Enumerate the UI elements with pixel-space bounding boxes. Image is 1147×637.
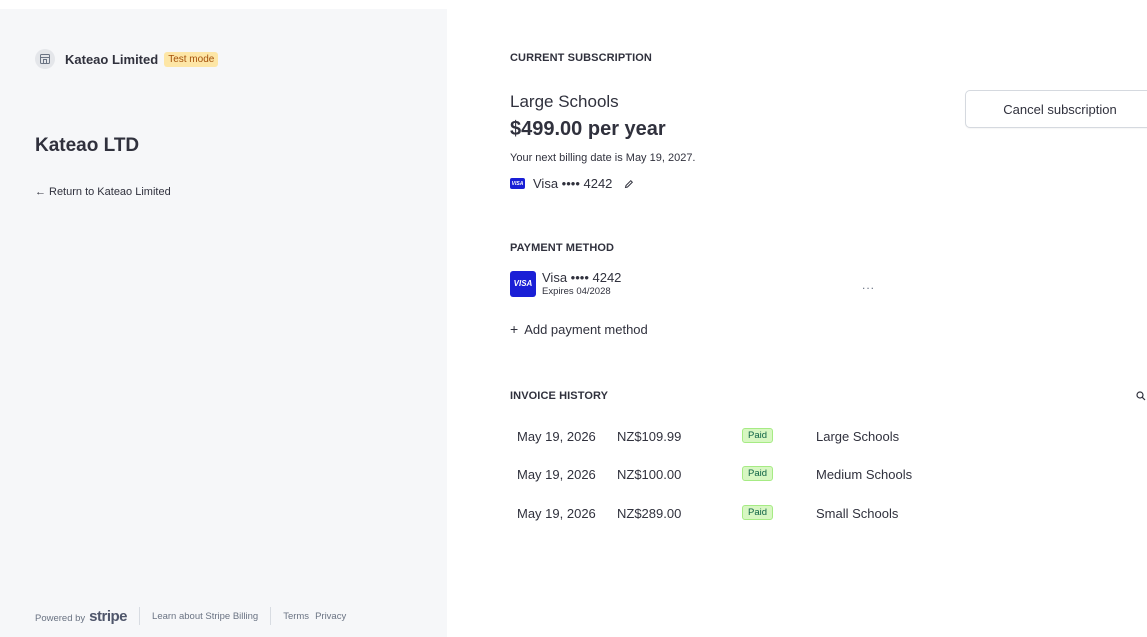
stripe-logo: stripe (89, 607, 128, 625)
invoice-history-heading: INVOICE HISTORY (510, 390, 609, 402)
add-payment-method-button[interactable]: + Add payment method (510, 321, 648, 337)
footer: Powered by stripe Learn about Stripe Bil… (35, 607, 346, 625)
current-subscription-heading: CURRENT SUBSCRIPTION (510, 52, 652, 64)
invoice-amount: NZ$289.00 (617, 506, 682, 521)
brand-name: Kateao Limited (65, 51, 159, 67)
next-billing-note: Your next billing date is May 19, 2027. (510, 152, 696, 164)
invoice-row[interactable]: May 19, 2026 NZ$100.00 Paid Medium Schoo… (510, 463, 1110, 487)
powered-by-text: Powered by (35, 612, 86, 624)
status-badge: Paid (742, 466, 774, 481)
payment-card-expiry: Expires 04/2028 (542, 286, 611, 297)
return-link-label: Return to Kateao Limited (49, 186, 171, 198)
privacy-link[interactable]: Privacy (315, 611, 346, 622)
left-arrow-icon: ← (35, 186, 46, 198)
invoice-amount: NZ$109.99 (617, 429, 682, 444)
add-payment-method-label: Add payment method (524, 322, 648, 337)
invoice-plan: Medium Schools (816, 467, 913, 482)
invoice-row[interactable]: May 19, 2026 NZ$109.99 Paid Large School… (510, 425, 1110, 449)
status-badge: Paid (742, 505, 774, 520)
status-badge: Paid (742, 428, 774, 443)
pencil-icon[interactable] (624, 179, 634, 189)
cancel-subscription-button[interactable]: Cancel subscription (965, 90, 1147, 128)
visa-card-icon: VISA (510, 270, 536, 297)
subscription-card: VISA Visa •••• 4242 (510, 176, 634, 191)
storefront-icon (35, 49, 55, 69)
visa-card-icon: VISA (510, 178, 525, 189)
learn-billing-link[interactable]: Learn about Stripe Billing (152, 611, 258, 622)
subscription-card-label: Visa •••• 4242 (533, 176, 613, 191)
invoice-date: May 19, 2026 (517, 506, 596, 521)
invoice-plan: Small Schools (816, 506, 899, 521)
main-content: CURRENT SUBSCRIPTION Large Schools $499.… (510, 0, 1147, 637)
payment-method-row: VISA Visa •••• 4242 Expires 04/2028 (510, 270, 621, 297)
terms-link[interactable]: Terms (283, 611, 309, 622)
plan-name: Large Schools (510, 92, 619, 111)
footer-divider (270, 607, 272, 625)
plan-price: $499.00 per year (510, 118, 666, 140)
invoice-plan: Large Schools (816, 429, 900, 444)
search-icon[interactable] (1136, 388, 1146, 406)
return-link[interactable]: ← Return to Kateao Limited (35, 186, 174, 198)
footer-divider (139, 607, 141, 625)
brand: Kateao Limited Test mode (35, 49, 219, 69)
invoice-date: May 19, 2026 (517, 429, 596, 444)
payment-card-label: Visa •••• 4242 (542, 270, 622, 285)
plus-icon: + (510, 321, 519, 337)
more-options-button[interactable]: ... (862, 278, 875, 292)
powered-by[interactable]: Powered by stripe (35, 607, 128, 625)
invoice-row[interactable]: May 19, 2026 NZ$289.00 Paid Small School… (510, 502, 1110, 526)
invoice-date: May 19, 2026 (517, 467, 596, 482)
invoice-amount: NZ$100.00 (617, 467, 682, 482)
test-mode-badge: Test mode (164, 51, 219, 67)
sidebar: Kateao Limited Test mode Kateao LTD ← Ret… (0, 9, 447, 637)
company-title: Kateao LTD (35, 135, 140, 156)
payment-method-heading: PAYMENT METHOD (510, 242, 615, 254)
